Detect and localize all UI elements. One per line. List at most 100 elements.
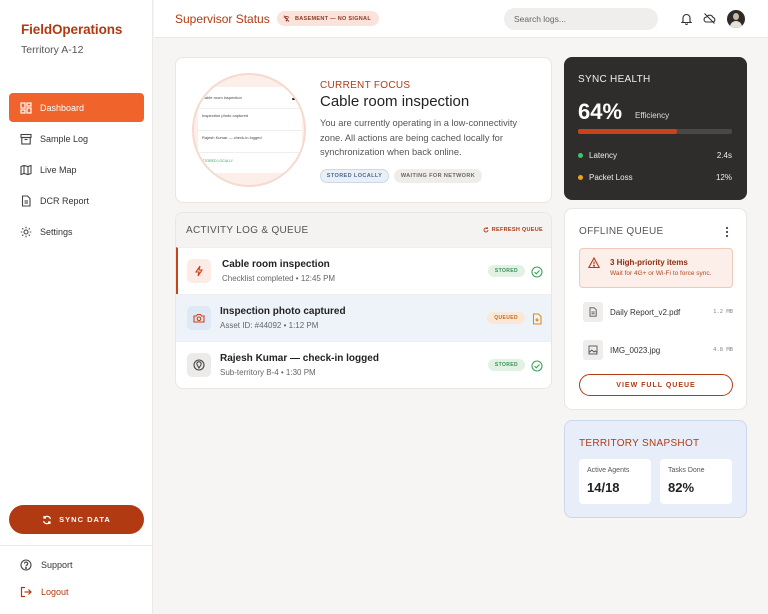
file-size: 4.8 MB	[713, 347, 733, 353]
waiting-network-chip: WAITING FOR NETWORK	[394, 169, 482, 183]
activity-row[interactable]: Cable room inspection Checklist complete…	[176, 247, 551, 294]
activity-log-card: ACTIVITY LOG & QUEUE REFRESH QUEUE Cable…	[175, 212, 552, 389]
activity-name: Inspection photo captured	[220, 306, 346, 317]
view-full-queue-button[interactable]: VIEW FULL QUEUE	[579, 374, 733, 396]
stat-label: Active Agents	[587, 467, 630, 474]
file-size: 1.2 MB	[713, 309, 733, 315]
activity-log-title: ACTIVITY LOG & QUEUE	[186, 225, 309, 236]
latency-metric: Latency 2.4s	[578, 151, 732, 160]
sync-health-title: SYNC HEALTH	[578, 74, 651, 85]
activity-name: Rajesh Kumar — check-in logged	[220, 353, 379, 364]
thumbnail-green-line: STORED LOCALLY	[202, 159, 233, 163]
file-name: Daily Report_v2.pdf	[610, 307, 681, 317]
cloud-offline-icon[interactable]	[703, 12, 716, 25]
focus-title: Cable room inspection	[320, 93, 470, 110]
avatar-body	[730, 21, 742, 28]
help-icon	[20, 559, 32, 571]
sidebar-item-dcr-report[interactable]: DCR Report	[9, 186, 144, 215]
thumbnail-row: Cable room inspection	[198, 95, 302, 109]
stat-label: Tasks Done	[668, 467, 705, 474]
alert-subtitle: Wait for 4G+ or Wi-Fi to force sync.	[610, 270, 712, 277]
status-badge: STORED	[487, 265, 525, 277]
territory-snapshot-title: TERRITORY SNAPSHOT	[579, 438, 700, 449]
activity-sub: Checklist completed • 12:45 PM	[222, 274, 336, 283]
sidebar-item-live-map[interactable]: Live Map	[9, 155, 144, 184]
dashboard-icon	[20, 101, 32, 114]
image-icon	[583, 340, 603, 360]
sidebar-item-label: Settings	[40, 226, 73, 237]
document-icon	[20, 194, 32, 207]
refresh-queue-label: REFRESH QUEUE	[491, 227, 543, 233]
sidebar-nav: Dashboard Sample Log Live Map DCR Report…	[9, 93, 144, 248]
latency-value: 2.4s	[716, 151, 732, 160]
map-icon	[20, 164, 32, 176]
efficiency-progress-fill	[578, 129, 677, 134]
refresh-icon	[483, 227, 489, 233]
avatar-head	[733, 13, 739, 20]
offline-queue-title: OFFLINE QUEUE	[579, 226, 664, 237]
packet-loss-value: 12%	[715, 173, 732, 182]
thumbnail-screen: Cable room inspection Inspection photo c…	[198, 87, 302, 173]
file-icon	[583, 302, 603, 322]
archive-icon	[20, 133, 32, 145]
sidebar-item-label: Dashboard	[40, 102, 85, 113]
sync-data-button[interactable]: SYNC DATA	[9, 505, 144, 534]
queued-file-item[interactable]: Daily Report_v2.pdf 1.2 MB	[583, 302, 733, 322]
pending-file-icon	[531, 312, 543, 325]
packet-loss-metric: Packet Loss 12%	[578, 173, 732, 182]
sidebar-item-label: DCR Report	[40, 195, 90, 206]
focus-description: You are currently operating in a low-con…	[320, 118, 518, 157]
packet-loss-label: Packet Loss	[589, 173, 633, 182]
activity-sub: Asset ID: #44092 • 1:12 PM	[220, 321, 319, 330]
stat-value: 82%	[668, 480, 695, 495]
sync-data-label: SYNC DATA	[59, 515, 111, 524]
sidebar: FieldOperations Territory A-12 Dashboard…	[0, 0, 153, 614]
latency-label: Latency	[589, 151, 618, 160]
bolt-icon	[187, 259, 211, 283]
location-pin-icon	[187, 353, 211, 377]
sidebar-item-settings[interactable]: Settings	[9, 217, 144, 246]
thumbnail-row-text: Rajesh Kumar — check-in logged	[202, 135, 262, 140]
sync-health-card: SYNC HEALTH 64% Efficiency Latency 2.4s …	[564, 57, 747, 200]
sidebar-item-label: Sample Log	[40, 133, 89, 144]
activity-row[interactable]: Inspection photo captured Asset ID: #440…	[176, 294, 551, 341]
support-link[interactable]: Support	[20, 559, 73, 571]
territory-snapshot-card: TERRITORY SNAPSHOT Active Agents 14/18 T…	[564, 420, 747, 518]
file-name: IMG_0023.jpg	[610, 345, 661, 355]
stored-locally-chip: STORED LOCALLY	[320, 169, 389, 183]
sidebar-divider	[0, 545, 153, 546]
warning-icon	[588, 257, 600, 269]
efficiency-label: Efficiency	[635, 111, 670, 120]
activity-name: Cable room inspection	[222, 259, 330, 270]
refresh-queue-button[interactable]: REFRESH QUEUE	[483, 227, 543, 233]
check-circle-icon	[531, 359, 543, 372]
queued-file-item[interactable]: IMG_0023.jpg 4.8 MB	[583, 340, 733, 360]
tasks-done-stat: Tasks Done 82%	[660, 459, 732, 504]
efficiency-percent: 64%	[578, 99, 623, 124]
logout-link[interactable]: Logout	[20, 586, 69, 598]
activity-sub: Sub-territory B-4 • 1:30 PM	[220, 368, 316, 377]
user-avatar[interactable]	[727, 10, 745, 28]
sidebar-item-sample-log[interactable]: Sample Log	[9, 124, 144, 153]
logout-icon	[20, 586, 32, 598]
inspection-preview-thumbnail: Cable room inspection Inspection photo c…	[192, 73, 306, 187]
thumbnail-row: Inspection photo captured	[198, 113, 302, 131]
activity-row[interactable]: Rajesh Kumar — check-in logged Sub-terri…	[176, 341, 551, 388]
page-title: Supervisor Status	[175, 12, 270, 26]
current-focus-card: Cable room inspection Inspection photo c…	[175, 57, 552, 203]
more-vertical-icon[interactable]	[722, 225, 732, 238]
high-priority-alert: 3 High-priority items Wait for 4G+ or Wi…	[579, 248, 733, 288]
thumbnail-chip	[292, 98, 298, 100]
packet-loss-status-dot	[578, 175, 583, 180]
alert-title: 3 High-priority items	[610, 258, 688, 267]
territory-label: Territory A-12	[21, 44, 84, 56]
sidebar-item-dashboard[interactable]: Dashboard	[9, 93, 144, 122]
stat-value: 14/18	[587, 480, 620, 495]
top-bar: Supervisor Status BASEMENT — NO SIGNAL	[154, 0, 768, 38]
status-badge: STORED	[487, 359, 525, 371]
focus-label: CURRENT FOCUS	[320, 80, 411, 91]
notification-bell-icon[interactable]	[680, 12, 693, 26]
search-input[interactable]	[504, 8, 658, 30]
activity-log-header: ACTIVITY LOG & QUEUE REFRESH QUEUE	[176, 213, 551, 247]
sidebar-item-label: Live Map	[40, 164, 77, 175]
